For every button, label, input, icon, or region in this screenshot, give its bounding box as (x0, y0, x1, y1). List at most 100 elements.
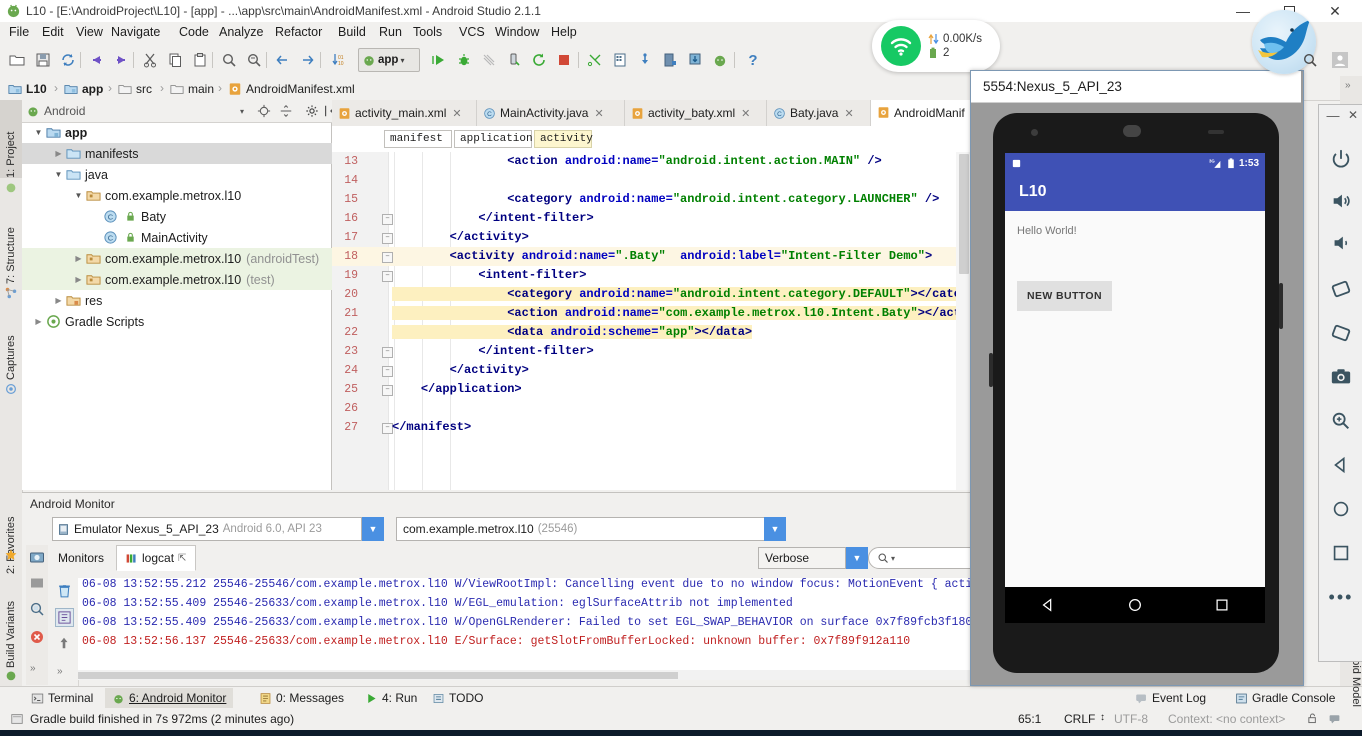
chevron-down-icon[interactable]: ▼ (32, 126, 45, 139)
close-icon[interactable]: ✕ (844, 107, 853, 120)
power-button[interactable] (1279, 283, 1283, 329)
breadcrumb-item-file[interactable]: AndroidManifest.xml (228, 80, 355, 97)
line-separator-arrows[interactable]: ↕ (1100, 712, 1105, 723)
window-minimize-button[interactable]: — (1220, 0, 1266, 22)
tab-logcat[interactable]: logcat ⇱ (116, 545, 196, 571)
bottom-tab-android-monitor[interactable]: 6: Android Monitor (105, 688, 234, 708)
scrollbar-thumb[interactable] (78, 672, 678, 679)
log-level-dropdown[interactable]: ▼ (846, 547, 868, 569)
chevron-right-icon[interactable]: ▶ (52, 294, 65, 307)
search-icon[interactable] (1300, 50, 1320, 70)
expand-icon[interactable]: » (57, 666, 63, 677)
breadcrumb-item-project[interactable]: L10 (8, 80, 47, 97)
emulator-screen[interactable]: 3G 1:53 L10 Hello World! NEW BUTTON (1005, 153, 1265, 623)
tab-androidmanifest-xml[interactable]: AndroidManif (871, 100, 972, 126)
run-configuration-selector[interactable]: app ▾ (358, 48, 420, 72)
scrollbar-thumb[interactable] (959, 154, 969, 274)
bottom-tab-messages[interactable]: 0: Messages (252, 688, 351, 708)
volume-down-icon[interactable] (1325, 227, 1357, 259)
back-icon[interactable] (1325, 449, 1357, 481)
close-icon[interactable]: ✕ (594, 107, 603, 120)
zoom-icon[interactable] (1325, 405, 1357, 437)
code-line[interactable]: 18– <activity android:name=".Baty" andro… (332, 247, 972, 266)
code-line[interactable]: 23– </intent-filter> (332, 342, 972, 361)
tree-row-class-baty[interactable]: C Baty (22, 206, 332, 227)
sidebar-item-structure[interactable]: 7: Structure (0, 202, 22, 284)
code-line[interactable]: 17– </activity> (332, 228, 972, 247)
menu-build[interactable]: Build (333, 25, 371, 39)
code-line[interactable]: 22 <data android:scheme="app"></data> (332, 323, 972, 342)
rerun-icon[interactable] (528, 49, 550, 71)
menu-code[interactable]: Code (174, 25, 214, 39)
back-icon[interactable] (272, 49, 294, 71)
up-arrow-icon[interactable] (57, 636, 71, 650)
code-line[interactable]: 26 (332, 399, 972, 418)
debug-icon[interactable] (453, 49, 475, 71)
sidebar-item-captures[interactable]: Captures (0, 308, 22, 380)
clear-logcat-icon[interactable] (56, 582, 73, 599)
line-separator[interactable]: CRLF (1064, 712, 1095, 726)
help-icon[interactable]: ? (742, 49, 764, 71)
nav-back-button[interactable] (1040, 597, 1056, 613)
undo-icon[interactable] (86, 49, 108, 71)
event-icon[interactable] (1328, 712, 1341, 725)
stop-icon[interactable] (553, 49, 575, 71)
tree-row-package-test[interactable]: ▶ com.example.metrox.l10 (test) (22, 269, 332, 290)
menu-refactor[interactable]: Refactor (270, 25, 327, 39)
chevron-right-icon[interactable]: ▶ (32, 315, 45, 328)
gear-icon[interactable] (304, 103, 320, 119)
log-level-selector[interactable]: Verbose (758, 547, 846, 569)
code-line[interactable]: 13 <action android:name="android.intent.… (332, 152, 972, 171)
bottom-tab-todo[interactable]: TODO (425, 688, 490, 708)
expand-icon[interactable]: » (1345, 80, 1351, 91)
sidebar-item-favorites[interactable]: 2: Favorites (0, 496, 22, 574)
volume-up-icon[interactable] (1325, 185, 1357, 217)
open-folder-icon[interactable] (6, 49, 28, 71)
rotate-right-icon[interactable] (1325, 317, 1357, 349)
cut-icon[interactable] (139, 49, 161, 71)
code-line[interactable]: 14 (332, 171, 972, 190)
emulator-minimize-button[interactable]: — (1325, 107, 1341, 123)
replace-icon[interactable] (243, 49, 265, 71)
save-all-icon[interactable] (32, 49, 54, 71)
logcat-output[interactable]: 06-08 13:52:55.212 25546-25546/com.examp… (78, 578, 972, 670)
tree-row-java[interactable]: ▼ java (22, 164, 332, 185)
bottom-tab-run[interactable]: 4: Run (358, 688, 424, 708)
code-line[interactable]: 21 <action android:name="com.example.met… (332, 304, 972, 323)
code-line[interactable]: 25– </application> (332, 380, 972, 399)
menu-analyze[interactable]: Analyze (214, 25, 268, 39)
device-manager-icon[interactable] (659, 49, 681, 71)
android-icon[interactable] (709, 49, 731, 71)
chevron-down-icon[interactable]: ▼ (52, 168, 65, 181)
tab-activity-main-xml[interactable]: activity_main.xml ✕ (332, 100, 477, 126)
forward-icon[interactable] (296, 49, 318, 71)
code-line[interactable]: 16– </intent-filter> (332, 209, 972, 228)
avd-manager-icon[interactable] (609, 49, 631, 71)
menu-file[interactable]: File (4, 25, 34, 39)
compile-icon[interactable]: 01 10 (328, 49, 350, 71)
more-icon[interactable]: ••• (1325, 581, 1357, 613)
network-speed-widget[interactable]: 0.00K/s 2 (872, 20, 1000, 72)
file-encoding[interactable]: UTF-8 (1114, 712, 1148, 726)
camera-icon[interactable] (1325, 361, 1357, 393)
menu-edit[interactable]: Edit (37, 25, 69, 39)
close-icon[interactable]: ✕ (452, 107, 461, 120)
collapse-all-icon[interactable] (278, 103, 294, 119)
process-selector-dropdown[interactable]: ▼ (764, 517, 786, 541)
emulator-window[interactable]: 5554:Nexus_5_API_23 3G 1:53 L10 Hello Wo… (970, 70, 1304, 686)
menu-help[interactable]: Help (546, 25, 582, 39)
menu-tools[interactable]: Tools (408, 25, 447, 39)
rotate-left-icon[interactable] (1325, 273, 1357, 305)
chevron-right-icon[interactable]: ▶ (52, 147, 65, 160)
tree-row-class-mainactivity[interactable]: C MainActivity (22, 227, 332, 248)
caret-position[interactable]: 65:1 (1018, 712, 1041, 726)
new-button[interactable]: NEW BUTTON (1017, 281, 1112, 311)
menu-run[interactable]: Run (374, 25, 407, 39)
xml-crumb-manifest[interactable]: manifest (384, 130, 452, 148)
menu-vcs[interactable]: VCS (454, 25, 490, 39)
tab-monitors[interactable]: Monitors (50, 545, 112, 571)
lock-icon[interactable] (1306, 712, 1319, 725)
breadcrumb-item-main[interactable]: main (170, 80, 214, 97)
download-icon[interactable] (684, 49, 706, 71)
detach-icon[interactable]: ⇱ (178, 553, 186, 564)
